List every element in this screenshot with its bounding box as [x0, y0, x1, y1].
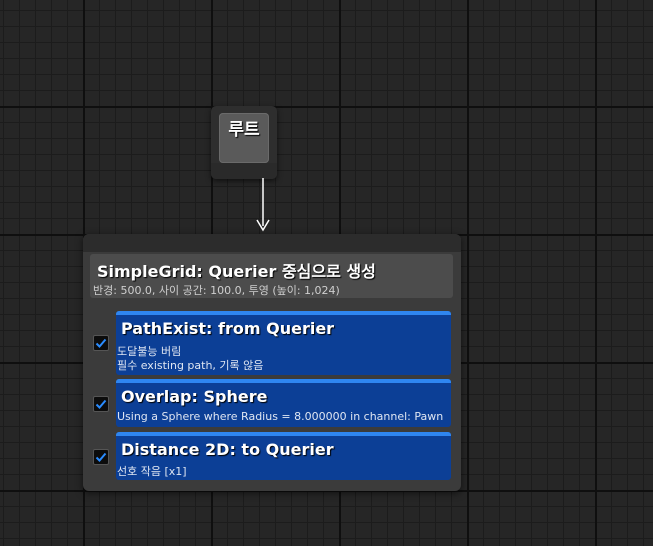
composite-header: SimpleGrid: Querier 중심으로 생성 반경: 500.0, 사…: [90, 254, 453, 298]
root-node[interactable]: 루트: [211, 106, 277, 179]
graph-canvas[interactable]: 루트 SimpleGrid: Querier 중심으로 생성 반경: 500.0…: [0, 0, 653, 546]
test-stripe: [116, 379, 451, 383]
test-enabled-checkbox[interactable]: [93, 335, 109, 351]
test-box[interactable]: Overlap: Sphere Using a Sphere where Rad…: [116, 379, 451, 427]
test-description-line: Using a Sphere where Radius = 8.000000 i…: [117, 410, 444, 423]
test-row-distance[interactable]: Distance 2D: to Querier 선호 작음 [x1]: [89, 432, 451, 480]
test-title: PathExist: from Querier: [121, 319, 335, 338]
composite-subtitle: 반경: 500.0, 사이 공간: 100.0, 투영 (높이: 1,024): [93, 284, 340, 297]
test-enabled-checkbox[interactable]: [93, 396, 109, 412]
composite-title: SimpleGrid: Querier 중심으로 생성: [97, 262, 376, 281]
test-row-pathexist[interactable]: PathExist: from Querier 도달불능 버림 필수 exist…: [89, 311, 451, 375]
root-output-pin[interactable]: [211, 163, 277, 179]
test-description-line: 선호 작음 [x1]: [117, 465, 187, 478]
test-box[interactable]: PathExist: from Querier 도달불능 버림 필수 exist…: [116, 311, 451, 375]
root-node-label: 루트: [228, 120, 260, 140]
arrow-down-icon: [256, 178, 270, 232]
test-enabled-checkbox[interactable]: [93, 449, 109, 465]
test-title: Overlap: Sphere: [121, 387, 268, 406]
composite-input-pin[interactable]: [83, 234, 461, 252]
check-mark-icon: [95, 452, 107, 462]
test-box[interactable]: Distance 2D: to Querier 선호 작음 [x1]: [116, 432, 451, 480]
check-mark-icon: [95, 399, 107, 409]
test-row-overlap[interactable]: Overlap: Sphere Using a Sphere where Rad…: [89, 379, 451, 427]
check-mark-icon: [95, 338, 107, 348]
test-title: Distance 2D: to Querier: [121, 440, 334, 459]
test-description-line: 필수 existing path, 기록 않음: [117, 359, 264, 372]
test-stripe: [116, 311, 451, 315]
composite-node[interactable]: SimpleGrid: Querier 중심으로 생성 반경: 500.0, 사…: [83, 234, 461, 491]
test-stripe: [116, 432, 451, 436]
